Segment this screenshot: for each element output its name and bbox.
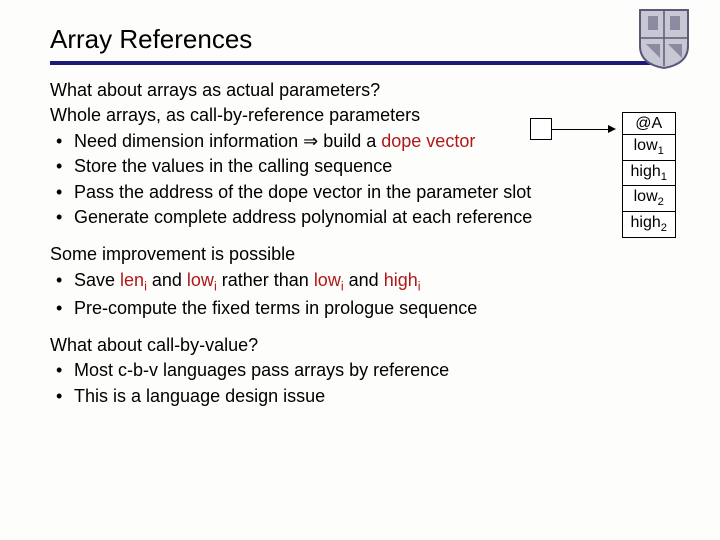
block1-lead: Whole arrays, as call-by-reference param…: [50, 104, 670, 127]
block2-item2: Pre-compute the fixed terms in prologue …: [52, 297, 670, 320]
dope-cell-high2: high2: [622, 212, 675, 238]
block1-item3: Pass the address of the dope vector in t…: [52, 181, 670, 204]
crest-logo: [638, 8, 690, 70]
dope-vector-table: @A low1 high1 low2 high2: [622, 112, 676, 238]
block3-item2: This is a language design issue: [52, 385, 670, 408]
slide-title: Array References: [50, 24, 670, 55]
block-cbv: What about call-by-value? Most c-b-v lan…: [50, 334, 670, 408]
block1-item2: Store the values in the calling sequence: [52, 155, 670, 178]
dope-vector-term: dope vector: [381, 131, 475, 151]
dope-cell-low2: low2: [622, 186, 675, 212]
block1-item4: Generate complete address polynomial at …: [52, 206, 670, 229]
block1-item1: Need dimension information ⇒ build a dop…: [52, 130, 670, 153]
block-whole-arrays: Whole arrays, as call-by-reference param…: [50, 104, 670, 229]
block2-item1: Save leni and lowi rather than lowi and …: [52, 269, 670, 295]
intro-text: What about arrays as actual parameters?: [50, 79, 670, 102]
arrow-head-icon: [608, 125, 616, 133]
title-rule: [50, 61, 670, 65]
block3-lead: What about call-by-value?: [50, 334, 670, 357]
arrow-line-icon: [552, 129, 610, 130]
block3-item1: Most c-b-v languages pass arrays by refe…: [52, 359, 670, 382]
block2-lead: Some improvement is possible: [50, 243, 670, 266]
dope-cell-low1: low1: [622, 135, 675, 161]
block-improvement: Some improvement is possible Save leni a…: [50, 243, 670, 320]
dope-cell-addr: @A: [622, 113, 675, 135]
dope-cell-high1: high1: [622, 160, 675, 186]
pointer-box-icon: [530, 118, 552, 140]
